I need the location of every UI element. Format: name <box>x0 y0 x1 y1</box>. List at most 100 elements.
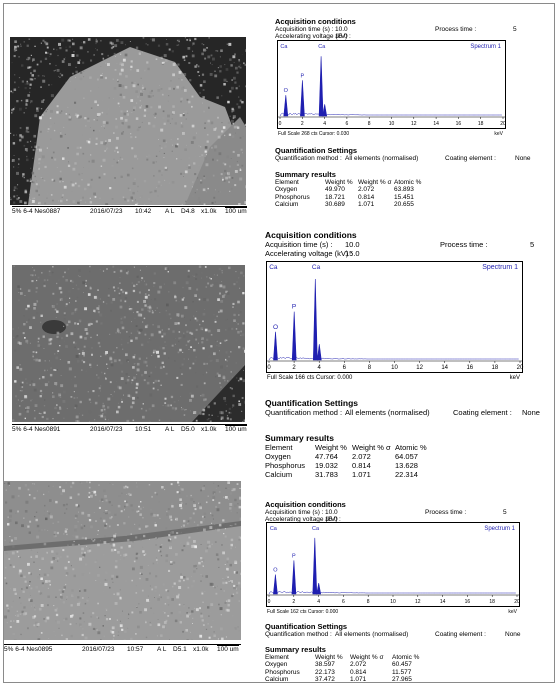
x-tick-label: 4 <box>318 365 322 371</box>
table-cell: 15.451 <box>394 193 414 201</box>
table-cell: Calcium <box>265 676 289 683</box>
x-tick-label: 8 <box>368 365 372 371</box>
summary-table: Element Weight % Weight % σ Atomic % Oxygen 3… <box>265 654 422 684</box>
capture-date: 2016/07/23 <box>82 645 115 653</box>
spectrum-baseline <box>279 112 502 117</box>
oxygen-peak <box>273 331 278 361</box>
summary-column-header: Weight % σ <box>350 653 384 661</box>
x-tick-label: 16 <box>456 121 462 127</box>
quantification-method-label: Quantification method : <box>275 154 342 162</box>
sample-id: 5% 6-4 Nes0895 <box>4 645 53 653</box>
table-cell: 22.173 <box>315 668 335 676</box>
table-row: Phosphorus 22.173 0.814 11.577 <box>265 669 422 677</box>
spectrum-label: Spectrum 1 <box>470 44 501 50</box>
x-tick-label: 2 <box>292 599 295 605</box>
table-cell: Phosphorus <box>275 193 310 201</box>
table-row: Calcium 31.783 1.071 22.314 <box>265 470 427 479</box>
sem-caption: 5% 6-4 Nes0895 2016/07/23 10:57 A L D5.1 x1.0… <box>4 644 241 653</box>
table-cell: Calcium <box>265 470 293 479</box>
capture-time: 10:42 <box>135 207 152 215</box>
table-cell: 31.783 <box>315 470 338 479</box>
table-cell: Phosphorus <box>265 668 300 676</box>
coating-element-label: Coating element : <box>453 408 512 417</box>
table-cell: Oxygen <box>265 661 288 668</box>
x-tick-label: 14 <box>440 599 446 605</box>
eds-spectrum: Spectrum 1 Ca P Ca O 0 2 4 6 8 10 12 14 16 18 20 Full Sc… <box>266 522 520 615</box>
scale-bar-label: 100 um <box>225 207 247 215</box>
table-cell: 47.764 <box>315 452 338 461</box>
sem-micrograph <box>12 265 245 422</box>
summary-header-row: Element Weight % Weight % σ Atomic % <box>265 443 427 452</box>
process-time-label: Process time : <box>435 25 477 33</box>
kev-unit: keV <box>494 131 503 137</box>
capture-time: 10:51 <box>135 425 152 433</box>
x-tick-label: 10 <box>389 121 395 127</box>
calcium-kb-peak <box>316 344 322 361</box>
table-cell: 1.071 <box>350 676 367 683</box>
x-tick-label: 20 <box>500 121 506 127</box>
acquisition-time-label: Acquisition time (s) : <box>265 508 324 516</box>
spectrum-label: Spectrum 1 <box>484 526 515 532</box>
table-cell: 20.655 <box>394 201 414 208</box>
peak-label: P <box>292 304 296 311</box>
capture-date: 2016/07/23 <box>90 207 123 215</box>
table-cell: 27.965 <box>392 676 412 683</box>
acquisition-time-value: 10.0 <box>325 508 338 516</box>
coating-element-label: Coating element : <box>435 630 486 638</box>
quantification-title: Quantification Settings <box>265 398 359 408</box>
capture-date: 2016/07/23 <box>90 425 123 433</box>
summary-column-header: Weight % σ <box>352 443 391 452</box>
capture-time: 10:57 <box>127 645 144 653</box>
summary-column-header: Weight % <box>315 653 343 661</box>
table-cell: 2.072 <box>352 452 371 461</box>
x-tick-label: 18 <box>489 599 495 605</box>
voltage-value: 15.0 <box>345 249 360 258</box>
table-cell: 49.970 <box>325 186 345 193</box>
table-row: Oxygen 49.970 2.072 63.893 <box>275 186 424 194</box>
calcium-ka-peak <box>312 278 318 361</box>
quantification-method-value: All elements (normalised) <box>335 630 409 638</box>
summary-column-header: Element <box>265 653 289 661</box>
phosphorus-peak <box>291 560 297 595</box>
spectrum-label: Spectrum 1 <box>482 264 518 271</box>
oxygen-peak <box>273 574 278 595</box>
summary-header-row: Element Weight % Weight % σ Atomic % <box>265 654 422 662</box>
sample-id: 5% 6-4 Nes0887 <box>12 207 61 215</box>
kev-unit: keV <box>510 375 520 381</box>
peak-label: Ca <box>269 264 278 271</box>
quantification-method-value: All elements (normalised) <box>345 408 430 417</box>
x-tick-label: 4 <box>317 599 320 605</box>
table-cell: 60.457 <box>392 661 412 668</box>
scan-mode: A L <box>165 425 175 433</box>
process-time-value: 5 <box>503 508 507 516</box>
summary-column-header: Weight % <box>325 178 353 186</box>
x-tick-label: 4 <box>323 121 326 127</box>
table-cell: Calcium <box>275 201 299 208</box>
summary-column-header: Element <box>275 178 299 186</box>
table-cell: 11.577 <box>392 668 412 676</box>
phosphorus-peak <box>291 311 297 361</box>
x-tick-label: 6 <box>342 599 345 605</box>
summary-title: Summary results <box>265 433 334 443</box>
x-tick-label: 6 <box>343 365 347 371</box>
spectrum-baseline <box>268 356 519 361</box>
table-cell: 1.071 <box>358 201 375 208</box>
summary-column-header: Element <box>265 443 293 452</box>
peak-label: O <box>273 324 278 331</box>
acquisition-time-label: Acquisition time (s) : <box>265 240 333 249</box>
table-cell: 13.628 <box>395 461 418 470</box>
peak-label: Ca <box>312 526 320 532</box>
x-tick-label: 0 <box>279 121 282 127</box>
scan-mode: A L <box>165 207 175 215</box>
peak-label: Ca <box>312 264 321 271</box>
table-cell: 1.071 <box>352 470 371 479</box>
kev-unit: keV <box>508 609 517 615</box>
table-cell: 2.072 <box>358 186 375 193</box>
x-tick-label: 10 <box>391 365 398 371</box>
calcium-kb-peak <box>322 104 328 117</box>
table-cell: 22.314 <box>395 470 418 479</box>
peak-label: P <box>300 73 304 79</box>
magnification: x1.0k <box>201 207 217 215</box>
scale-bar-label: 100 um <box>217 645 239 653</box>
table-cell: 37.472 <box>315 676 335 683</box>
